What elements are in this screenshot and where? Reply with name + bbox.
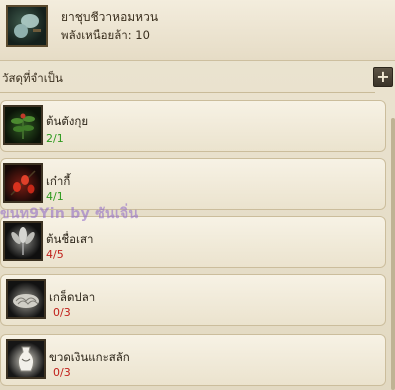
- material-count: 2/1: [46, 132, 64, 145]
- scrollbar[interactable]: [391, 118, 395, 390]
- potion-icon[interactable]: [6, 5, 48, 47]
- material-count: 4/1: [46, 190, 64, 203]
- watermark-text: ขนท9Yin by ซันเจิ่น: [0, 206, 139, 222]
- required-materials-title: วัสดุที่จำเป็น: [2, 71, 63, 85]
- material-count: 0/3: [53, 306, 71, 319]
- crafting-panel: ยาชุบชีวาหอมหวน พลังเหนือยล้า: 10 วัสดุท…: [0, 0, 395, 390]
- material-count: 4/5: [46, 248, 64, 261]
- material-row[interactable]: ต้นตังกุย 2/1: [0, 100, 386, 152]
- material-row[interactable]: เกล็ดปลา 0/3: [0, 274, 386, 326]
- material-row[interactable]: ขวดเงินแกะสลัก 0/3: [0, 334, 386, 386]
- fish-scale-icon: [6, 279, 46, 319]
- material-name: เก๋ากี้: [46, 174, 71, 188]
- herb-plant-icon: [3, 105, 43, 145]
- silver-vase-icon: [6, 339, 46, 379]
- material-name: เกล็ดปลา: [49, 290, 96, 304]
- material-name: ขวดเงินแกะสลัก: [49, 350, 130, 364]
- crafted-item-header: ยาชุบชีวาหอมหวน พลังเหนือยล้า: 10: [0, 0, 395, 61]
- flower-icon: [3, 221, 43, 261]
- material-name: ต้นตังกุย: [46, 114, 89, 128]
- add-button[interactable]: +: [373, 67, 393, 87]
- material-name: ต้นชื่อเสา: [46, 232, 94, 246]
- goji-berry-icon: [3, 163, 43, 203]
- fatigue-stat: พลังเหนือยล้า: 10: [61, 28, 150, 42]
- crafted-item-name: ยาชุบชีวาหอมหวน: [61, 10, 159, 24]
- section-divider: [0, 92, 375, 93]
- material-count: 0/3: [53, 366, 71, 379]
